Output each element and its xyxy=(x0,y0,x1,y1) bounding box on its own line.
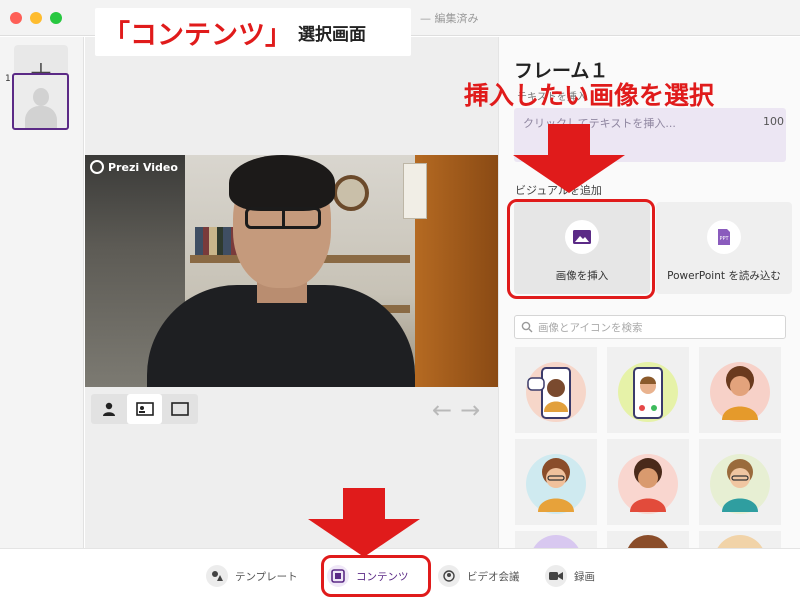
annotation-arrow-shaft-top xyxy=(548,124,590,156)
import-powerpoint-button[interactable]: PPT PowerPoint を読み込む xyxy=(656,202,792,294)
person-placeholder-body xyxy=(25,106,57,128)
prezi-logo-icon xyxy=(90,160,104,174)
annotation-arrow-shaft-bottom xyxy=(343,488,385,520)
previous-frame-icon[interactable]: ← xyxy=(432,396,452,424)
annotation-highlight-insert-image xyxy=(507,199,655,299)
image-tile[interactable] xyxy=(607,439,689,525)
annotation-select-image: 挿入したい画像を選択 xyxy=(464,81,715,110)
avatar-man-glasses-icon xyxy=(710,454,770,514)
avatar-partial-icon xyxy=(533,535,579,548)
video-wall-scroll xyxy=(403,163,427,219)
person-icon xyxy=(102,402,115,416)
annotation-title-sub: 選択画面 xyxy=(298,24,366,45)
search-icon xyxy=(521,321,533,333)
powerpoint-icon-circle: PPT xyxy=(707,220,741,254)
layout-content-button[interactable] xyxy=(162,394,198,424)
image-search-placeholder: 画像とアイコンを検索 xyxy=(538,321,643,334)
avatar-woman-red-icon xyxy=(618,454,678,514)
import-powerpoint-label: PowerPoint を読み込む xyxy=(667,270,781,282)
avatar-woman-curly-icon xyxy=(710,362,770,422)
layout-toggle xyxy=(91,394,198,424)
prezi-video-badge: Prezi Video xyxy=(90,160,178,174)
presenter-hair xyxy=(229,155,335,211)
tab-templates-label: テンプレート xyxy=(235,570,298,583)
tab-video-call-label: ビデオ会議 xyxy=(467,570,520,583)
image-tile[interactable] xyxy=(607,531,689,548)
next-frame-icon[interactable]: → xyxy=(460,396,480,424)
avatar-partial-icon xyxy=(717,535,763,548)
prezi-video-label: Prezi Video xyxy=(108,160,178,174)
annotation-highlight-content-tab xyxy=(321,555,431,597)
layout-person-button[interactable] xyxy=(91,394,127,424)
window-title: — 編集済み xyxy=(420,12,479,25)
video-call-icon xyxy=(438,565,460,587)
frame-text-placeholder: クリックしてテキストを挿入... xyxy=(523,117,676,130)
text-character-count: 100 xyxy=(763,115,784,128)
image-search-input[interactable]: 画像とアイコンを検索 xyxy=(514,315,786,339)
avatar-woman-glasses-icon xyxy=(526,454,586,514)
video-wall-clock xyxy=(333,175,369,211)
annotation-arrow-head-top xyxy=(513,155,625,193)
annotation-arrow-head-bottom xyxy=(308,519,420,557)
avatar-phone-man-icon xyxy=(526,362,586,422)
tab-record-label: 録画 xyxy=(574,570,595,583)
tab-templates[interactable]: テンプレート xyxy=(206,562,298,590)
image-tile[interactable] xyxy=(515,347,597,433)
svg-text:PPT: PPT xyxy=(719,236,729,242)
video-preview: Prezi Video xyxy=(85,155,498,387)
video-background-door xyxy=(415,155,498,387)
tab-video-call[interactable]: ビデオ会議 xyxy=(438,562,520,590)
image-tile[interactable] xyxy=(699,531,781,548)
avatar-partial-icon xyxy=(627,535,669,548)
image-tile[interactable] xyxy=(699,439,781,525)
presenter-glasses xyxy=(245,207,321,229)
image-tile[interactable] xyxy=(607,347,689,433)
minimize-window-button[interactable] xyxy=(30,12,42,24)
powerpoint-file-icon: PPT xyxy=(718,229,730,245)
image-tile[interactable] xyxy=(699,347,781,433)
image-tile[interactable] xyxy=(515,439,597,525)
layout-split-button[interactable] xyxy=(126,394,163,424)
image-tile[interactable] xyxy=(515,531,597,548)
zoom-window-button[interactable] xyxy=(50,12,62,24)
avatar-phone-call-icon xyxy=(618,362,678,422)
frame-thumbnail[interactable] xyxy=(12,73,69,130)
frame-navigation: ← → xyxy=(432,396,480,424)
shapes-icon xyxy=(206,565,228,587)
annotation-title-main: 「コンテンツ」 xyxy=(103,19,292,51)
split-layout-icon xyxy=(135,402,154,416)
content-layout-icon xyxy=(171,402,189,416)
person-placeholder-icon xyxy=(33,88,49,106)
close-window-button[interactable] xyxy=(10,12,22,24)
annotation-title-box: 「コンテンツ」 選択画面 xyxy=(95,8,411,56)
camera-icon xyxy=(545,565,567,587)
frame-number: 1 xyxy=(5,74,11,84)
tab-record[interactable]: 録画 xyxy=(545,562,595,590)
